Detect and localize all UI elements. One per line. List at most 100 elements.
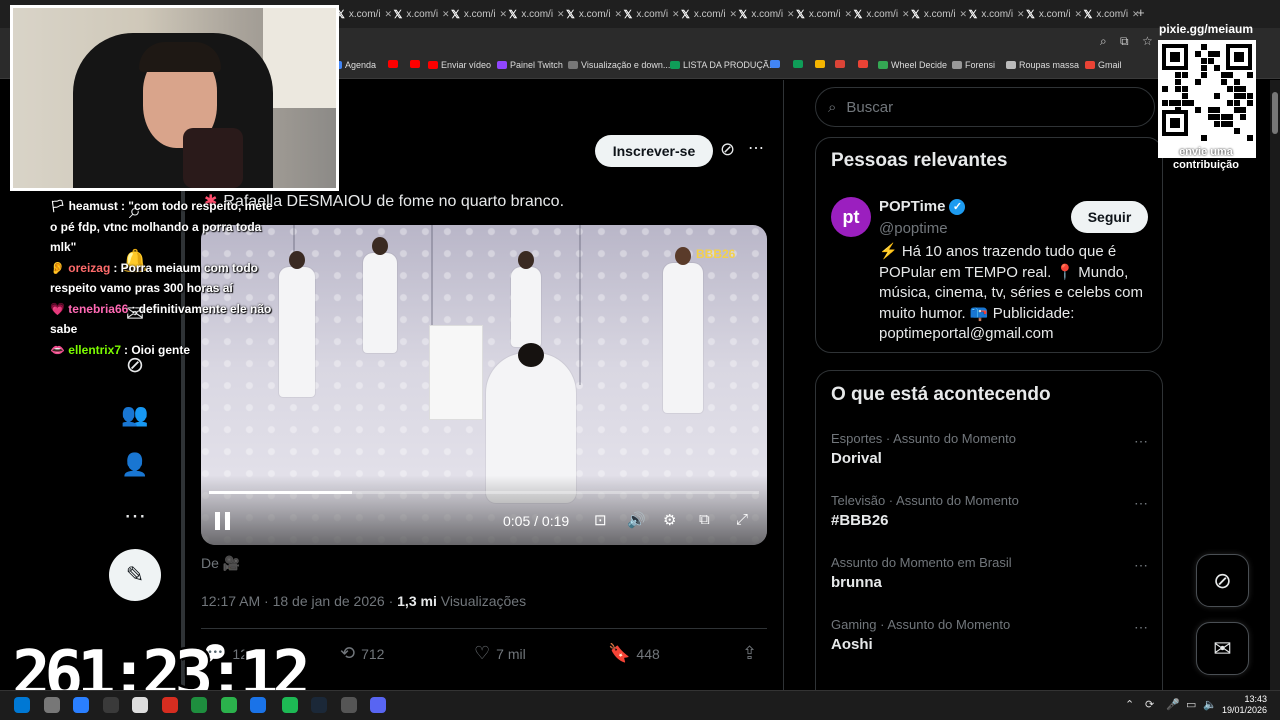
taskbar-app-icon[interactable] [73, 697, 89, 713]
browser-tab[interactable]: 𝕏x.com/i ✕ [503, 4, 565, 24]
grok-float-button[interactable]: ⊘ [1196, 554, 1249, 607]
bookmark-item[interactable] [858, 60, 868, 68]
bookmark-item[interactable]: Enviar vídeo [428, 60, 491, 70]
tray-wifi-icon[interactable]: ▭ [1186, 698, 1196, 711]
pause-icon[interactable] [215, 512, 233, 530]
trend-item[interactable]: Esportes · Assunto do Momento Dorival ⋯ [831, 431, 1149, 467]
bookmark-button[interactable]: 🔖 448 [608, 643, 660, 664]
taskbar-app-icon[interactable] [43, 697, 60, 713]
tray-mic-icon[interactable]: 🎤 [1166, 698, 1180, 711]
scrollbar-thumb[interactable] [1272, 92, 1278, 134]
video-progress-bar[interactable] [209, 491, 759, 494]
browser-tab[interactable]: 𝕏x.com/i ✕ [905, 4, 967, 24]
repost-button[interactable]: ⟲ 712 [340, 643, 384, 664]
communities-icon[interactable]: 👥 [121, 401, 149, 429]
bookmark-item[interactable] [793, 60, 803, 68]
bookmark-item[interactable]: LISTA DA PRODUÇÃ... [670, 60, 776, 70]
browser-tab[interactable]: 𝕏x.com/i ✕ [388, 4, 450, 24]
bookmark-item[interactable] [770, 60, 780, 68]
tray-network-icon[interactable]: ⟳ [1145, 698, 1154, 711]
post-source[interactable]: De 🎥 [201, 555, 240, 572]
account-name-row[interactable]: POPTime ✓ [879, 198, 966, 215]
trend-category: Gaming · Assunto do Momento [831, 617, 1011, 632]
taskbar-app-icon[interactable] [250, 697, 266, 713]
taskbar-app-icon[interactable] [102, 697, 119, 713]
trend-more-icon[interactable]: ⋯ [1134, 557, 1149, 574]
browser-tab[interactable]: 𝕏x.com/i ✕ [445, 4, 507, 24]
trend-item[interactable]: Gaming · Assunto do Momento Aoshi ⋯ [831, 617, 1149, 653]
browser-tab[interactable]: 𝕏x.com/i ✕ [963, 4, 1025, 24]
more-options-icon[interactable]: ⋯ [121, 502, 149, 530]
taskbar-app-icon[interactable] [370, 697, 386, 713]
bookmark-item[interactable]: Wheel Decide [878, 60, 947, 70]
new-tab-button[interactable]: + [1137, 5, 1145, 20]
subscribe-button[interactable]: Inscrever-se [595, 135, 713, 167]
zoom-icon[interactable]: ⌕ [1100, 34, 1107, 49]
x-logo-icon: 𝕏 [796, 8, 805, 21]
trend-more-icon[interactable]: ⋯ [1134, 495, 1149, 512]
share-button[interactable]: ⇪ [742, 643, 757, 664]
avatar[interactable]: pt [831, 197, 871, 237]
bookmark-item[interactable]: Forensi [952, 60, 995, 70]
post-time[interactable]: 12:17 AM · 18 de jan de 2026 · [201, 593, 397, 609]
bookmark-item[interactable] [835, 60, 845, 68]
like-button[interactable]: ♡ 7 mil [474, 643, 526, 664]
post-more-icon[interactable]: ⋯ [748, 138, 765, 158]
install-icon[interactable]: ⧉ [1120, 34, 1129, 49]
compose-post-button[interactable]: ✎ [109, 549, 161, 601]
taskbar-app-icon[interactable] [14, 697, 30, 713]
x-logo-icon: 𝕏 [451, 8, 460, 21]
bookmark-item[interactable] [410, 60, 420, 68]
taskbar-app-icon[interactable] [191, 697, 207, 713]
taskbar-app-icon[interactable] [132, 697, 148, 713]
pip-icon[interactable]: ⧉ [699, 511, 710, 528]
bookmark-favicon-icon [815, 60, 825, 68]
settings-icon[interactable]: ⚙ [663, 511, 676, 529]
volume-icon[interactable]: 🔊 [627, 511, 646, 529]
search-input[interactable] [846, 98, 1127, 116]
browser-tab[interactable]: 𝕏x.com/i ✕ [1078, 4, 1140, 24]
follow-button[interactable]: Seguir [1071, 201, 1148, 233]
trend-item[interactable]: Televisão · Assunto do Momento #BBB26 ⋯ [831, 493, 1149, 529]
bookmark-item[interactable] [388, 60, 398, 68]
search-box[interactable]: ⌕ [815, 87, 1155, 127]
grok-explain-icon[interactable]: ⊘ [720, 139, 735, 160]
bookmark-item[interactable]: Visualização e down... [568, 60, 670, 70]
clock[interactable]: 13:43 19/01/2026 [1222, 694, 1267, 716]
bookmark-item[interactable]: Painel Twitch [497, 60, 563, 70]
profile-icon[interactable]: 👤 [121, 451, 149, 479]
browser-tab[interactable]: 𝕏x.com/i ✕ [848, 4, 910, 24]
taskbar-app-icon[interactable] [311, 697, 327, 713]
qr-code-icon [1158, 40, 1256, 158]
browser-tab[interactable]: 𝕏x.com/i ✕ [733, 4, 795, 24]
chat-text: : Oioi gente [124, 342, 190, 357]
bookmark-label: Wheel Decide [891, 60, 948, 70]
browser-tab[interactable]: 𝕏x.com/i ✕ [790, 4, 852, 24]
trend-item[interactable]: Assunto do Momento em Brasil brunna ⋯ [831, 555, 1149, 591]
page-scrollbar[interactable] [1270, 80, 1280, 690]
browser-tab[interactable]: 𝕏x.com/i ✕ [618, 4, 680, 24]
trend-more-icon[interactable]: ⋯ [1134, 619, 1149, 636]
tray-chevron-icon[interactable]: ⌃ [1125, 698, 1134, 711]
taskbar-app-icon[interactable] [281, 697, 298, 713]
taskbar-app-icon[interactable] [220, 697, 237, 713]
bookmark-item[interactable]: Gmail [1085, 60, 1122, 70]
taskbar-app-icon[interactable] [340, 697, 357, 713]
fullscreen-icon[interactable]: ⤢ [736, 511, 748, 528]
browser-tab[interactable]: 𝕏x.com/i ✕ [675, 4, 737, 24]
browser-tab[interactable]: 𝕏x.com/i ✕ [560, 4, 622, 24]
post-meta: 12:17 AM · 18 de jan de 2026 · 1,3 mi Vi… [201, 593, 526, 609]
tray-volume-icon[interactable]: 🔈 [1203, 698, 1217, 711]
messages-float-button[interactable]: ✉ [1196, 622, 1249, 675]
bookmark-item[interactable] [815, 60, 825, 68]
trend-more-icon[interactable]: ⋯ [1134, 433, 1149, 450]
browser-tab[interactable]: 𝕏x.com/i ✕ [1020, 4, 1082, 24]
video-player[interactable]: BBB26 0:05 / 0:19 ⊡ 🔊 ⚙ ⧉ ⤢ [201, 225, 767, 545]
bookmark-item[interactable]: Roupas massa [1006, 60, 1079, 70]
taskbar-app-icon[interactable] [161, 697, 178, 713]
video-controls-overlay [201, 475, 767, 545]
account-handle[interactable]: @poptime [879, 220, 948, 237]
captions-icon[interactable]: ⊡ [594, 511, 607, 529]
x-logo-icon: 𝕏 [393, 8, 403, 21]
tab-label: x.com/i [463, 8, 496, 20]
